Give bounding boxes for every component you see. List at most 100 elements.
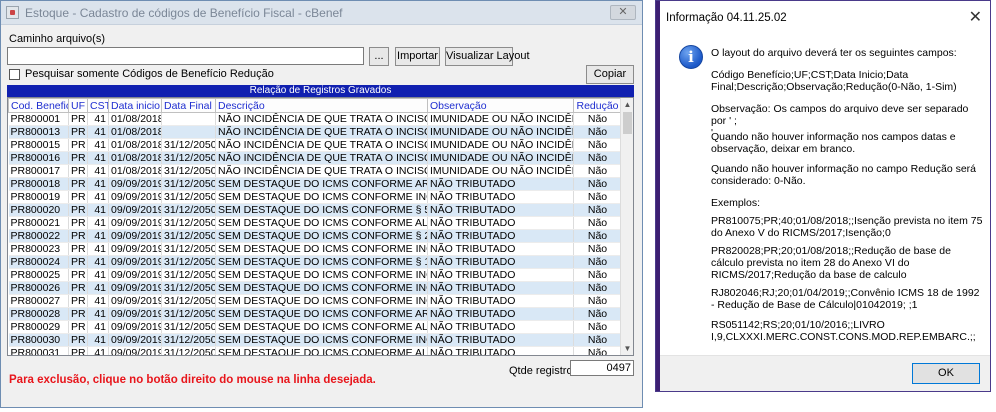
table-cell: NÃO TRIBUTADO (427, 294, 574, 308)
browse-button[interactable]: ... (369, 47, 389, 66)
title-bar: Estoque - Cadastro de códigos de Benefíc… (1, 1, 642, 25)
table-cell: Não (573, 307, 622, 321)
filter-checkbox[interactable] (9, 69, 20, 80)
table-row[interactable]: PR800016 PR 41 01/08/2018 31/12/2050 NÃO INCI… (8, 151, 622, 165)
table-row[interactable]: PR800018 PR 41 09/09/2019 31/12/2050 SEM DEST… (8, 177, 622, 191)
table-cell: 09/09/2019 (108, 177, 162, 191)
ok-button[interactable]: OK (912, 363, 980, 384)
column-header[interactable]: CST (87, 98, 109, 113)
table-cell: SEM DESTAQUE DO ICMS CONFORME INCISO II … (215, 333, 428, 347)
table-row[interactable]: PR800017 PR 41 01/08/2018 31/12/2050 NÃO INCI… (8, 164, 622, 178)
table-cell: NÃO INCIDÊNCIA DE QUE TRATA O INCISO I D… (215, 112, 428, 126)
table-cell: PR800020 (8, 203, 69, 217)
vertical-scrollbar[interactable]: ▲ ▼ (620, 98, 633, 355)
table-cell: 09/09/2019 (108, 281, 162, 295)
table-row[interactable]: PR800025 PR 41 09/09/2019 31/12/2050 SEM DEST… (8, 268, 622, 282)
table-cell: Não (573, 346, 622, 355)
scroll-up-icon[interactable]: ▲ (621, 98, 633, 111)
table-header: Cod. BeneficioUFCSTData inicioData Final… (8, 98, 622, 113)
table-row[interactable]: PR800021 PR 41 09/09/2019 31/12/2050 SEM DEST… (8, 216, 622, 230)
column-header[interactable]: UF (68, 98, 88, 113)
import-button[interactable]: Importar (395, 47, 440, 66)
message-paragraph: Quando não houver informação nos campos … (711, 131, 959, 155)
table-cell: 09/09/2019 (108, 216, 162, 230)
column-header[interactable]: Descrição (215, 98, 428, 113)
table-cell: 31/12/2050 (161, 164, 216, 178)
column-header[interactable]: Cod. Beneficio (8, 98, 69, 113)
close-button[interactable]: ✕ (610, 5, 636, 20)
table-row[interactable]: PR800020 PR 41 09/09/2019 31/12/2050 SEM DEST… (8, 203, 622, 217)
table-cell: Não (573, 164, 622, 178)
table-row[interactable]: PR800013 PR 41 01/08/2018 NÃO INCIDÊNCIA DE … (8, 125, 622, 139)
table-cell: 31/12/2050 (161, 320, 216, 334)
table-row[interactable]: PR800029 PR 41 09/09/2019 31/12/2050 SEM DEST… (8, 320, 622, 334)
table-cell: PR (68, 190, 88, 204)
table-row[interactable]: PR800023 PR 41 09/09/2019 31/12/2050 SEM DEST… (8, 242, 622, 256)
table-row[interactable]: PR800031 PR 41 09/09/2019 31/12/2050 SEM DEST… (8, 346, 622, 355)
table-cell: PR800023 (8, 242, 69, 256)
table-cell: 09/09/2019 (108, 320, 162, 334)
view-layout-button[interactable]: Visualizar Layout (445, 47, 530, 66)
table-cell: 31/12/2050 (161, 281, 216, 295)
table-cell: SEM DESTAQUE DO ICMS CONFORME § 2º DO AR… (215, 229, 428, 243)
table-cell: IMUNIDADE OU NÃO INCIDÊNCIA (427, 164, 574, 178)
close-icon[interactable]: ✕ (969, 7, 982, 27)
message-paragraph: Quando não houver informação no campo Re… (711, 163, 979, 187)
table-cell: NÃO TRIBUTADO (427, 307, 574, 321)
table-cell: SEM DESTAQUE DO ICMS CONFORME § 1º DO AR (215, 255, 428, 269)
table-cell: 41 (87, 177, 109, 191)
column-header[interactable]: Redução (573, 98, 622, 113)
table-cell: Não (573, 281, 622, 295)
table-cell: PR800013 (8, 125, 69, 139)
file-path-input[interactable] (7, 47, 364, 65)
message-paragraph: Exemplos: (711, 197, 761, 209)
table-cell: NÃO TRIBUTADO (427, 333, 574, 347)
column-header[interactable]: Observação (427, 98, 574, 113)
column-header[interactable]: Data Final (161, 98, 216, 113)
table-cell: 41 (87, 255, 109, 269)
table-cell: 31/12/2050 (161, 151, 216, 165)
table-cell: SEM DESTAQUE DO ICMS CONFORME INCISO II … (215, 268, 428, 282)
table-cell: IMUNIDADE OU NÃO INCIDÊNCIA (427, 125, 574, 139)
table-cell: PR800024 (8, 255, 69, 269)
table-row[interactable]: PR800027 PR 41 09/09/2019 31/12/2050 SEM DEST… (8, 294, 622, 308)
table-cell: NÃO INCIDÊNCIA DE QUE TRATA O INCISO XIV… (215, 125, 428, 139)
table-cell: Não (573, 229, 622, 243)
table-row[interactable]: PR800019 PR 41 09/09/2019 31/12/2050 SEM DEST… (8, 190, 622, 204)
window-title: Estoque - Cadastro de códigos de Benefíc… (25, 6, 343, 20)
table-cell: IMUNIDADE OU NÃO INCIDÊNCIA (427, 112, 574, 126)
table-cell: PR (68, 346, 88, 355)
table-cell: PR (68, 333, 88, 347)
table-row[interactable]: PR800015 PR 41 01/08/2018 31/12/2050 NÃO INCI… (8, 138, 622, 152)
table-cell: PR800001 (8, 112, 69, 126)
copy-button[interactable]: Copiar (586, 65, 634, 84)
scroll-thumb[interactable] (623, 112, 632, 134)
table-row[interactable]: PR800026 PR 41 09/09/2019 31/12/2050 SEM DEST… (8, 281, 622, 295)
records-grid[interactable]: Cod. BeneficioUFCSTData inicioData Final… (7, 97, 634, 356)
table-row[interactable]: PR800030 PR 41 09/09/2019 31/12/2050 SEM DEST… (8, 333, 622, 347)
table-cell: 09/09/2019 (108, 346, 162, 355)
table-row[interactable]: PR800001 PR 41 01/08/2018 NÃO INCIDÊNCIA DE … (8, 112, 622, 126)
table-row[interactable]: PR800028 PR 41 09/09/2019 31/12/2050 SEM DEST… (8, 307, 622, 321)
table-cell: 41 (87, 242, 109, 256)
table-body: PR800001 PR 41 01/08/2018 NÃO INCIDÊNCIA DE … (8, 112, 622, 355)
table-cell: 09/09/2019 (108, 268, 162, 282)
scroll-down-icon[interactable]: ▼ (621, 342, 633, 355)
table-cell: 31/12/2050 (161, 242, 216, 256)
table-cell: PR (68, 216, 88, 230)
table-cell: SEM DESTAQUE DO ICMS CONFORME ART. 140 D… (215, 177, 428, 191)
table-cell: PR (68, 255, 88, 269)
table-cell: PR (68, 125, 88, 139)
table-cell: NÃO INCIDÊNCIA DE QUE TRATA O INCISO I D… (215, 138, 428, 152)
table-cell: 41 (87, 216, 109, 230)
table-row[interactable]: PR800022 PR 41 09/09/2019 31/12/2050 SEM DEST… (8, 229, 622, 243)
table-cell: 41 (87, 281, 109, 295)
table-cell: 41 (87, 229, 109, 243)
table-cell: 31/12/2050 (161, 138, 216, 152)
table-row[interactable]: PR800024 PR 41 09/09/2019 31/12/2050 SEM DEST… (8, 255, 622, 269)
table-cell (161, 112, 216, 126)
message-paragraph: PR810075;PR;40;01/08/2018;;Isenção previ… (711, 215, 986, 239)
column-header[interactable]: Data inicio (108, 98, 162, 113)
table-cell: 01/08/2018 (108, 138, 162, 152)
table-cell: 31/12/2050 (161, 255, 216, 269)
